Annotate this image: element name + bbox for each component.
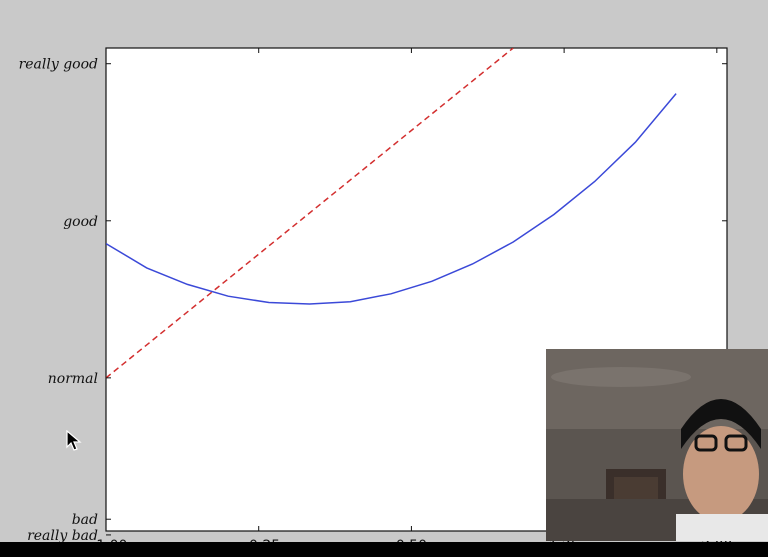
arrow-cursor-icon xyxy=(66,429,82,456)
y-tick-label: good xyxy=(63,214,98,230)
y-tick-label: normal xyxy=(48,371,98,387)
bottom-bar xyxy=(0,542,768,557)
y-tick-label: bad xyxy=(72,512,98,528)
y-tick-label: really good xyxy=(19,57,98,73)
webcam-overlay xyxy=(546,349,768,541)
